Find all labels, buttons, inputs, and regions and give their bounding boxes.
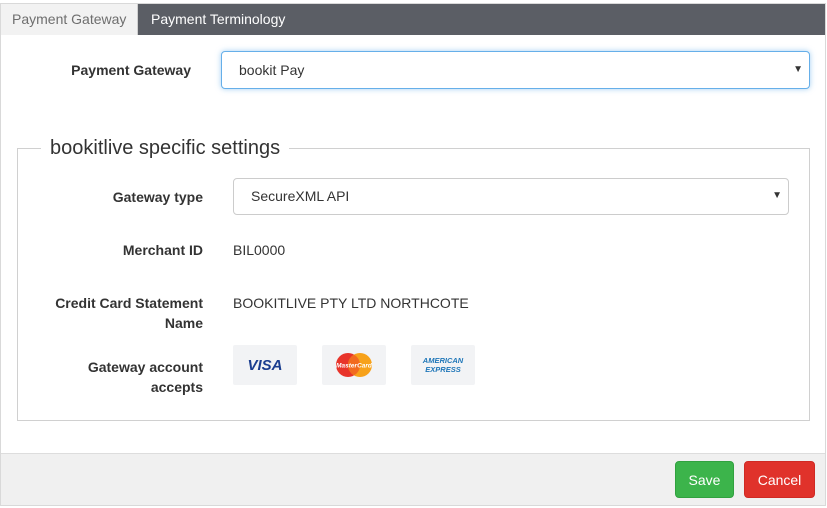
payment-gateway-label: Payment Gateway [71, 62, 191, 78]
accepts-label: Gateway account accepts [38, 357, 203, 397]
accepts-label-line1: Gateway account [87, 359, 203, 375]
merchant-id-label: Merchant ID [122, 242, 203, 258]
payment-settings-panel: Payment Gateway Payment Terminology Paym… [0, 3, 826, 506]
visa-logo-icon: VISA [233, 345, 297, 385]
specific-settings-fieldset: bookitlive specific settings Gateway typ… [17, 135, 810, 421]
gateway-type-selected-value: SecureXML API [251, 188, 350, 204]
tab-bar: Payment Gateway Payment Terminology [1, 4, 825, 35]
specific-settings-legend: bookitlive specific settings [41, 135, 290, 161]
statement-name-value: BOOKITLIVE PTY LTD NORTHCOTE [233, 295, 469, 311]
visa-logo-text: VISA [247, 357, 282, 374]
payment-gateway-selected-value: bookit Pay [239, 62, 305, 78]
footer-bar: Save Cancel [1, 453, 825, 505]
amex-logo-text-line1: AMERICAN [422, 356, 464, 365]
statement-name-label: Credit Card Statement Name [38, 293, 203, 333]
american-express-logo-icon: AMERICAN EXPRESS [411, 345, 475, 385]
statement-name-label-line2: Name [164, 315, 203, 331]
payment-gateway-select[interactable]: bookit Pay ▼ [221, 51, 810, 89]
statement-name-label-line1: Credit Card Statement [55, 295, 203, 311]
caret-down-icon: ▼ [793, 64, 803, 75]
gateway-type-select[interactable]: SecureXML API ▼ [233, 178, 789, 215]
save-button[interactable]: Save [675, 461, 734, 498]
mastercard-logo-icon: MasterCard [322, 345, 386, 385]
accepts-label-line2: accepts [150, 379, 203, 395]
caret-down-icon: ▼ [772, 190, 782, 201]
cancel-button[interactable]: Cancel [744, 461, 815, 498]
amex-logo-text-line2: EXPRESS [425, 365, 460, 374]
merchant-id-value: BIL0000 [233, 242, 286, 258]
tab-payment-terminology[interactable]: Payment Terminology [138, 4, 298, 35]
mastercard-logo-text: MasterCard [336, 363, 373, 370]
tab-payment-gateway[interactable]: Payment Gateway [1, 4, 138, 35]
gateway-type-label: Gateway type [112, 189, 203, 205]
